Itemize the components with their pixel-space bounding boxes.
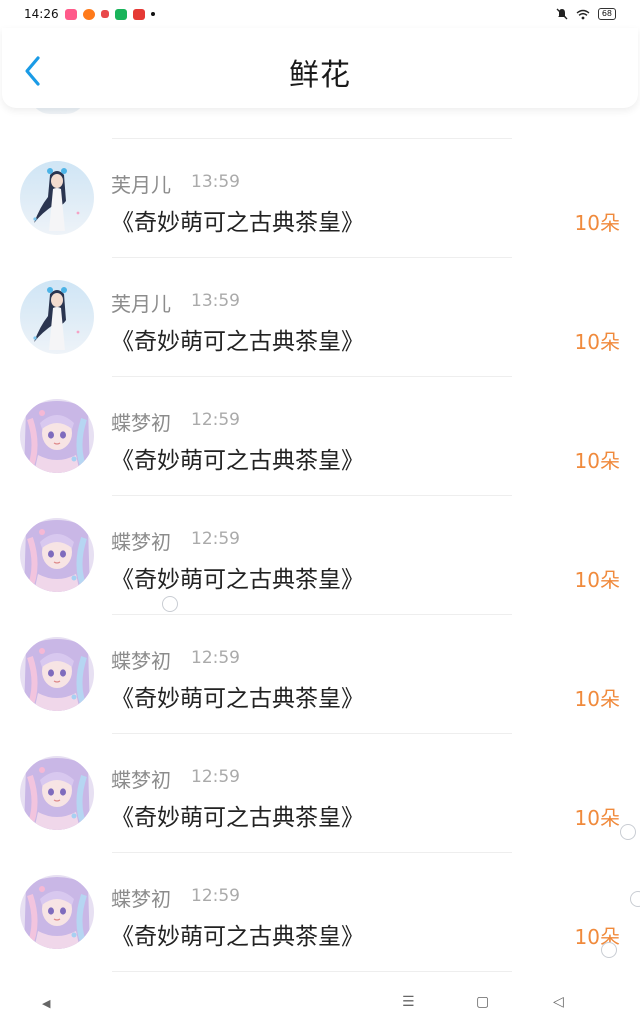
status-left: 14:26	[24, 7, 155, 21]
flower-count: 10朵	[574, 687, 620, 711]
home-square-icon[interactable]: ▢	[476, 994, 489, 1010]
sender-name: 蝶梦初	[111, 887, 171, 911]
page-title: 鲜花	[289, 58, 351, 93]
sender-name: 芙月儿	[111, 292, 171, 316]
avatar[interactable]	[20, 875, 94, 949]
sender-name: 蝶梦初	[111, 649, 171, 673]
sender-name: 蝶梦初	[111, 411, 171, 435]
gift-title: 《奇妙萌可之古典茶皇》	[111, 924, 364, 950]
back-nav-icon[interactable]: ◁	[553, 994, 564, 1010]
app-icon-orange	[82, 8, 95, 20]
back-triangle-icon[interactable]: ◀	[42, 997, 50, 1010]
list-item[interactable]: 芙月儿 13:59 《奇妙萌可之古典茶皇》 10朵	[0, 139, 640, 257]
list-item[interactable]: 芙月儿 13:59 《奇妙萌可之古典茶皇》 10朵	[0, 258, 640, 376]
avatar-pastel-hair-image	[20, 399, 94, 473]
gift-title: 《奇妙萌可之古典茶皇》	[111, 686, 364, 712]
send-time: 12:59	[191, 648, 240, 668]
avatar-pastel-hair-image	[20, 518, 94, 592]
gift-title: 《奇妙萌可之古典茶皇》	[111, 448, 364, 474]
status-bar: 14:26 68	[0, 0, 640, 28]
gift-title: 《奇妙萌可之古典茶皇》	[111, 210, 364, 236]
gift-title: 《奇妙萌可之古典茶皇》	[111, 567, 364, 593]
app-icon-green	[114, 8, 127, 20]
avatar-pastel-hair-image	[20, 637, 94, 711]
wifi-icon	[576, 9, 590, 19]
avatar-pastel-hair-image	[20, 875, 94, 949]
gift-title: 《奇妙萌可之古典茶皇》	[111, 329, 364, 355]
floating-circle-icon	[601, 942, 617, 958]
flower-count: 10朵	[574, 449, 620, 473]
avatar-blue-hair-image	[20, 161, 94, 235]
list-item[interactable]: 蝶梦初 12:59 《奇妙萌可之古典茶皇》 10朵	[0, 377, 640, 495]
battery-indicator: 68	[597, 8, 616, 20]
divider	[112, 971, 512, 972]
header-bar: 鲜花	[2, 28, 638, 108]
app-icon-heart	[132, 8, 145, 20]
status-time: 14:26	[24, 7, 59, 21]
gift-title: 《奇妙萌可之古典茶皇》	[111, 805, 364, 831]
flower-count: 10朵	[574, 211, 620, 235]
notification-dot-icon	[150, 12, 155, 16]
floating-circle-icon	[630, 891, 640, 907]
send-time: 12:59	[191, 529, 240, 549]
menu-icon[interactable]: ☰	[402, 994, 415, 1010]
avatar-pastel-hair-image	[20, 756, 94, 830]
app-icon-red	[100, 10, 109, 18]
send-time: 12:59	[191, 410, 240, 430]
sender-name: 芙月儿	[111, 173, 171, 197]
list-item[interactable]: 蝶梦初 12:59 《奇妙萌可之古典茶皇》 10朵	[0, 615, 640, 733]
floating-circle-icon	[620, 824, 636, 840]
avatar[interactable]	[20, 161, 94, 235]
flower-count: 10朵	[574, 806, 620, 830]
send-time: 13:59	[191, 291, 240, 311]
avatar[interactable]	[20, 756, 94, 830]
status-right: 68	[556, 8, 616, 20]
flower-count: 10朵	[574, 568, 620, 592]
send-time: 13:59	[191, 172, 240, 192]
app-icon-pink	[64, 8, 77, 20]
sender-name: 蝶梦初	[111, 530, 171, 554]
sender-name: 蝶梦初	[111, 768, 171, 792]
send-time: 12:59	[191, 886, 240, 906]
system-nav-bar: ◀ ☰ ▢ ◁	[0, 988, 640, 1024]
avatar[interactable]	[20, 518, 94, 592]
list-item-partial	[0, 94, 640, 138]
avatar-blue-hair-image	[20, 280, 94, 354]
mute-icon	[556, 8, 568, 20]
avatar[interactable]	[20, 637, 94, 711]
list-item[interactable]: 蝶梦初 12:59 《奇妙萌可之古典茶皇》 10朵	[0, 496, 640, 614]
avatar[interactable]	[20, 280, 94, 354]
avatar[interactable]	[20, 399, 94, 473]
list-item[interactable]: 蝶梦初 12:59 《奇妙萌可之古典茶皇》 10朵	[0, 853, 640, 971]
floating-circle-icon	[162, 596, 178, 612]
flower-record-list: 芙月儿 13:59 《奇妙萌可之古典茶皇》 10朵 芙月儿 13:59 《奇妙萌…	[0, 94, 640, 972]
list-item[interactable]: 蝶梦初 12:59 《奇妙萌可之古典茶皇》 10朵	[0, 734, 640, 852]
send-time: 12:59	[191, 767, 240, 787]
flower-count: 10朵	[574, 330, 620, 354]
